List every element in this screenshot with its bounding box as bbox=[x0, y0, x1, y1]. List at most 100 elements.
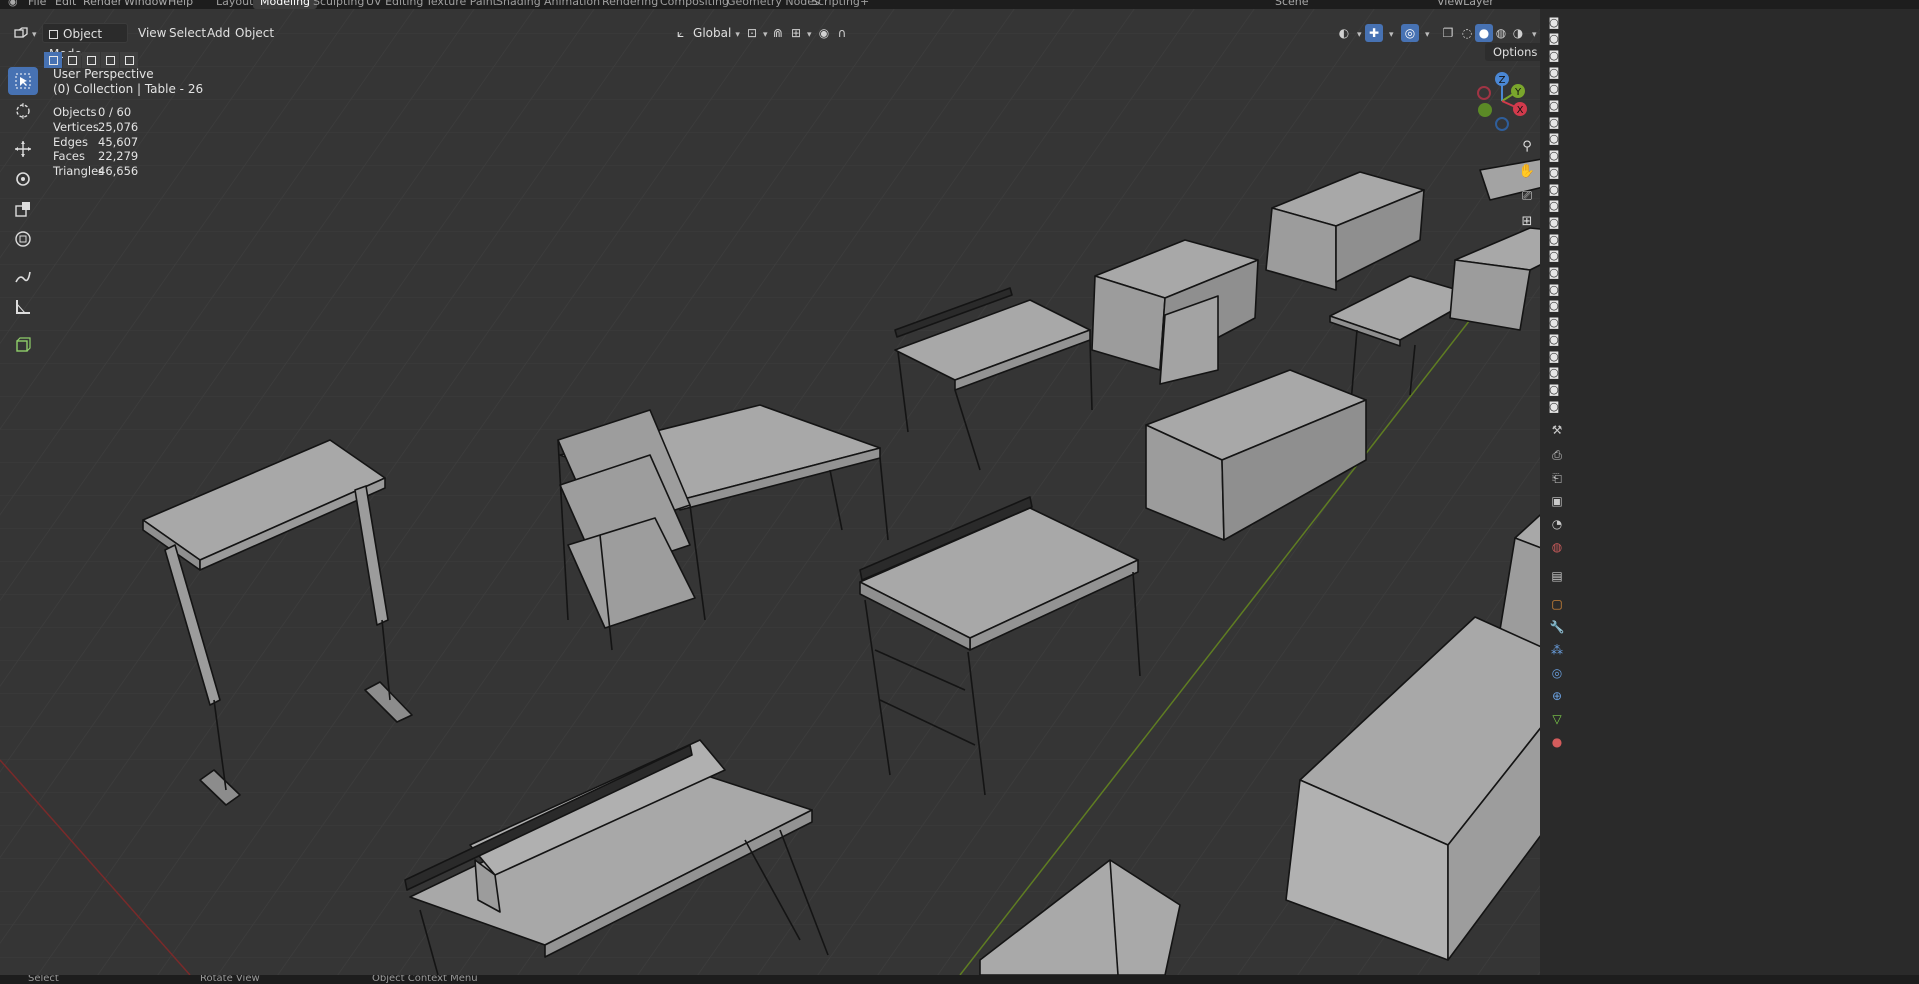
rendered-shading-icon[interactable]: ◑ bbox=[1509, 24, 1527, 42]
overlays-toggle-icon[interactable]: ◎ bbox=[1401, 24, 1419, 42]
material-shading-icon[interactable]: ◍ bbox=[1492, 24, 1510, 42]
camera-visibility-icon[interactable]: ◙ bbox=[1548, 333, 1560, 346]
select-extend-icon[interactable] bbox=[63, 52, 81, 68]
tab-compositing[interactable]: Compositing bbox=[660, 0, 729, 8]
collection-properties-icon[interactable]: ▤ bbox=[1549, 568, 1565, 584]
pan-hand-icon[interactable]: ✋ bbox=[1516, 160, 1538, 182]
scene-selector[interactable]: Scene bbox=[1275, 0, 1309, 8]
falloff-curve-icon[interactable]: ∩ bbox=[833, 24, 851, 42]
tab-uv-editing[interactable]: UV Editing bbox=[366, 0, 423, 8]
constraints-properties-icon[interactable]: ⊕ bbox=[1549, 688, 1565, 704]
menu-help[interactable]: Help bbox=[168, 0, 193, 8]
view-layer-properties-icon[interactable]: ▣ bbox=[1549, 493, 1565, 509]
camera-visibility-icon[interactable]: ◙ bbox=[1548, 149, 1560, 162]
tab-animation[interactable]: Animation bbox=[544, 0, 600, 8]
camera-visibility-icon[interactable]: ◙ bbox=[1548, 366, 1560, 379]
chevron-down-icon[interactable]: ▾ bbox=[763, 30, 768, 40]
snap-magnet-icon[interactable]: ⋒ bbox=[769, 24, 787, 42]
view-layer-selector[interactable]: ViewLayer bbox=[1437, 0, 1494, 8]
blender-logo-icon[interactable]: ◉ bbox=[8, 0, 18, 8]
wireframe-shading-icon[interactable]: ◌ bbox=[1458, 24, 1476, 42]
transform-tool-icon[interactable] bbox=[8, 225, 38, 253]
gizmo-toggle-icon[interactable]: ✚ bbox=[1365, 24, 1383, 42]
camera-visibility-icon[interactable]: ◙ bbox=[1548, 132, 1560, 145]
select-invert-icon[interactable] bbox=[101, 52, 119, 68]
tab-layout[interactable]: Layout bbox=[216, 0, 253, 8]
tab-scripting[interactable]: Scripting bbox=[811, 0, 860, 8]
move-tool-icon[interactable] bbox=[8, 135, 38, 163]
navigation-gizmo[interactable]: Z Y X bbox=[1474, 69, 1534, 133]
snap-target-icon[interactable]: ⊞ bbox=[787, 24, 805, 42]
tool-properties-icon[interactable]: ⚒ bbox=[1549, 422, 1565, 438]
output-properties-icon[interactable]: ⎗ bbox=[1549, 470, 1565, 486]
chevron-down-icon[interactable]: ▾ bbox=[1532, 30, 1537, 40]
xray-toggle-icon[interactable]: ❐ bbox=[1439, 24, 1457, 42]
scene-properties-icon[interactable]: ◔ bbox=[1549, 516, 1565, 532]
particles-properties-icon[interactable]: ⁂ bbox=[1549, 642, 1565, 658]
chevron-down-icon[interactable]: ▾ bbox=[32, 30, 37, 40]
camera-visibility-icon[interactable]: ◙ bbox=[1548, 350, 1560, 363]
data-properties-icon[interactable]: ▽ bbox=[1549, 711, 1565, 727]
camera-view-icon[interactable]: ⎚ bbox=[1516, 185, 1538, 207]
camera-visibility-icon[interactable]: ◙ bbox=[1548, 266, 1560, 279]
tab-shading[interactable]: Shading bbox=[496, 0, 541, 8]
perspective-toggle-icon[interactable]: ⊞ bbox=[1516, 210, 1538, 232]
add-workspace-button[interactable]: + bbox=[860, 0, 869, 8]
chevron-down-icon[interactable]: ▾ bbox=[1425, 30, 1430, 40]
camera-visibility-icon[interactable]: ◙ bbox=[1548, 233, 1560, 246]
tab-sculpting[interactable]: Sculpting bbox=[313, 0, 364, 8]
world-properties-icon[interactable]: ◍ bbox=[1549, 539, 1565, 555]
tab-texture-paint[interactable]: Texture Paint bbox=[426, 0, 497, 8]
menu-edit[interactable]: Edit bbox=[55, 0, 76, 8]
select-box-tool-icon[interactable] bbox=[8, 67, 38, 95]
transform-orientation-selector[interactable]: ⟀ Global ▾ bbox=[671, 23, 746, 43]
zoom-icon[interactable]: ⚲ bbox=[1516, 135, 1538, 157]
camera-visibility-icon[interactable]: ◙ bbox=[1548, 283, 1560, 296]
select-new-icon[interactable] bbox=[44, 52, 62, 68]
camera-visibility-icon[interactable]: ◙ bbox=[1548, 166, 1560, 179]
material-properties-icon[interactable]: ● bbox=[1549, 734, 1565, 750]
camera-visibility-icon[interactable]: ◙ bbox=[1548, 99, 1560, 112]
measure-tool-icon[interactable] bbox=[8, 293, 38, 321]
cursor-tool-icon[interactable] bbox=[8, 97, 38, 125]
menu-object[interactable]: Object bbox=[229, 23, 280, 43]
camera-visibility-icon[interactable]: ◙ bbox=[1548, 249, 1560, 262]
object-properties-icon[interactable]: ▢ bbox=[1549, 596, 1565, 612]
camera-visibility-icon[interactable]: ◙ bbox=[1548, 116, 1560, 129]
select-subtract-icon[interactable] bbox=[82, 52, 100, 68]
camera-visibility-icon[interactable]: ◙ bbox=[1548, 199, 1560, 212]
camera-visibility-icon[interactable]: ◙ bbox=[1548, 16, 1560, 29]
camera-visibility-icon[interactable]: ◙ bbox=[1548, 82, 1560, 95]
select-intersect-icon[interactable] bbox=[120, 52, 138, 68]
rotate-tool-icon[interactable] bbox=[8, 165, 38, 193]
add-cube-tool-icon[interactable] bbox=[8, 331, 38, 359]
pivot-point-icon[interactable]: ⊡ bbox=[743, 24, 761, 42]
chevron-down-icon[interactable]: ▾ bbox=[1389, 30, 1394, 40]
solid-shading-icon[interactable]: ● bbox=[1475, 24, 1493, 42]
camera-visibility-icon[interactable]: ◙ bbox=[1548, 32, 1560, 45]
camera-visibility-icon[interactable]: ◙ bbox=[1548, 49, 1560, 62]
editor-type-icon[interactable] bbox=[12, 24, 30, 42]
camera-visibility-icon[interactable]: ◙ bbox=[1548, 316, 1560, 329]
tab-geometry-nodes[interactable]: Geometry Nodes bbox=[727, 0, 820, 8]
camera-visibility-icon[interactable]: ◙ bbox=[1548, 66, 1560, 79]
tab-modeling[interactable]: Modeling bbox=[253, 0, 318, 9]
menu-file[interactable]: File bbox=[28, 0, 46, 8]
camera-visibility-icon[interactable]: ◙ bbox=[1548, 383, 1560, 396]
camera-visibility-icon[interactable]: ◙ bbox=[1548, 183, 1560, 196]
visibility-icon[interactable]: ◐ bbox=[1335, 24, 1353, 42]
proportional-edit-icon[interactable]: ◉ bbox=[815, 24, 833, 42]
annotate-tool-icon[interactable] bbox=[8, 263, 38, 291]
chevron-down-icon[interactable]: ▾ bbox=[1357, 30, 1362, 40]
camera-visibility-icon[interactable]: ◙ bbox=[1548, 299, 1560, 312]
camera-visibility-icon[interactable]: ◙ bbox=[1548, 400, 1560, 413]
physics-properties-icon[interactable]: ◎ bbox=[1549, 665, 1565, 681]
tab-rendering[interactable]: Rendering bbox=[602, 0, 658, 8]
render-properties-icon[interactable]: ⎙ bbox=[1549, 447, 1565, 463]
scale-tool-icon[interactable] bbox=[8, 195, 38, 223]
menu-render[interactable]: Render bbox=[83, 0, 122, 8]
camera-visibility-icon[interactable]: ◙ bbox=[1548, 216, 1560, 229]
menu-window[interactable]: Window bbox=[124, 0, 167, 8]
modifier-properties-icon[interactable]: 🔧 bbox=[1549, 619, 1565, 635]
chevron-down-icon[interactable]: ▾ bbox=[807, 30, 812, 40]
